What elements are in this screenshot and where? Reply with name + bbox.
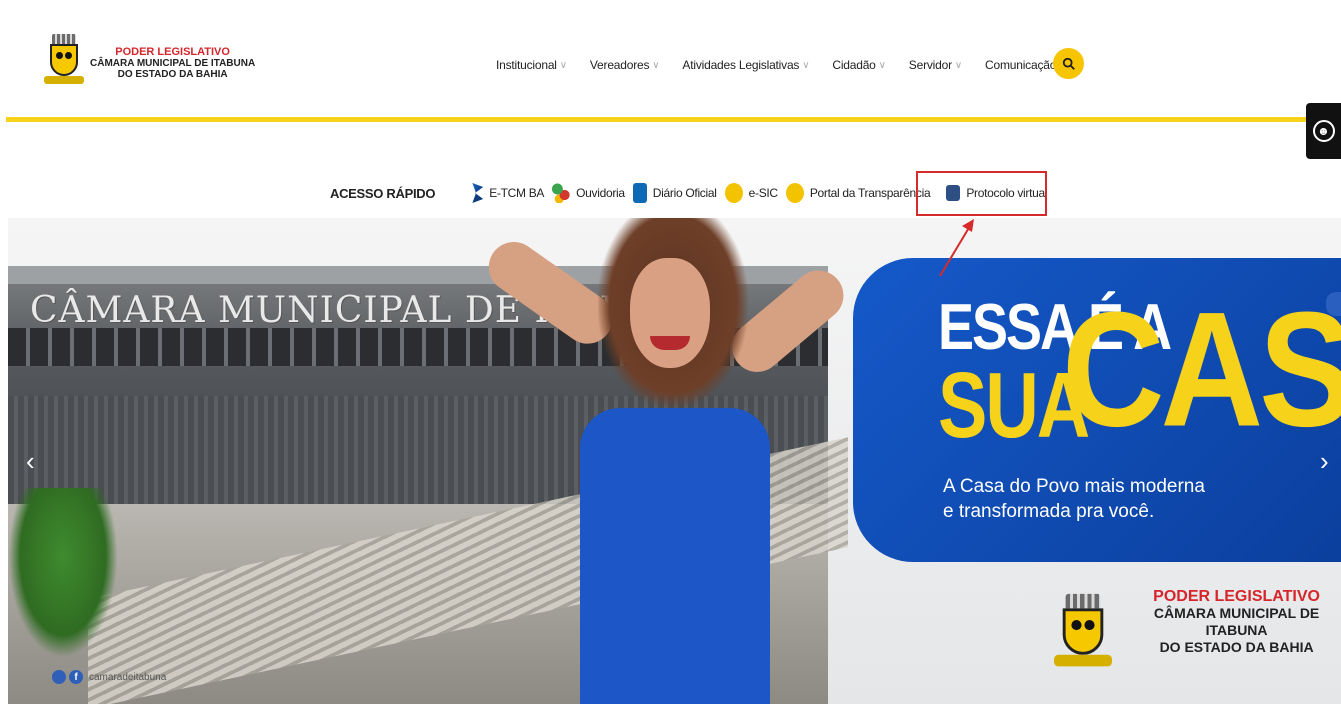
site-logo[interactable]: PODER LEGISLATIVO CÂMARA MUNICIPAL DE IT…: [44, 32, 255, 94]
highlight-box: [916, 171, 1047, 216]
nav-item-servidor[interactable]: Servidor ∨: [909, 58, 962, 72]
hero-banner[interactable]: CÂMARA MUNICIPAL DE ITABUNA ESSA É A SUA…: [8, 218, 1341, 704]
quick-link-portal-transparencia[interactable]: Portal da Transparência: [785, 183, 931, 203]
social-handle: camaradeitabuna: [89, 671, 167, 683]
nav-label: Vereadores: [589, 58, 650, 72]
nav-label: Servidor: [908, 58, 952, 72]
tagline: A Casa do Povo mais moderna e transforma…: [943, 474, 1205, 524]
banner-logo-line-1: PODER LEGISLATIVO: [1153, 588, 1320, 605]
social-links: f camaradeitabuna: [52, 670, 166, 684]
accessibility-button[interactable]: ☻: [1306, 103, 1341, 159]
carousel-prev-button[interactable]: ‹: [26, 446, 35, 477]
nav-item-atividades-legislativas[interactable]: Atividades Legislativas ∨: [682, 58, 809, 72]
search-button[interactable]: [1053, 48, 1084, 79]
slogan-big: CASA!: [1062, 278, 1341, 462]
chevron-down-icon: ∨: [802, 59, 810, 71]
logo-line-2: CÂMARA MUNICIPAL DE ITABUNA: [90, 57, 256, 69]
etcm-icon: [472, 183, 484, 203]
logo-line-1: PODER LEGISLATIVO: [115, 45, 230, 58]
coat-of-arms-icon: [1054, 591, 1112, 681]
facebook-icon[interactable]: f: [69, 670, 83, 684]
tagline-line-1: A Casa do Povo mais moderna: [943, 476, 1205, 497]
carousel-next-button[interactable]: ›: [1320, 446, 1329, 477]
quick-link-label: E-TCM BA: [489, 186, 545, 200]
quick-link-label: Diário Oficial: [652, 186, 717, 200]
quick-link-esic[interactable]: e-SIC: [724, 183, 778, 203]
nav-label: Atividades Legislativas: [682, 58, 800, 72]
info-icon: [724, 183, 743, 203]
site-header: PODER LEGISLATIVO CÂMARA MUNICIPAL DE IT…: [0, 0, 1341, 118]
instagram-icon[interactable]: [52, 670, 66, 684]
nav-item-institucional[interactable]: Institucional ∨: [496, 58, 567, 72]
banner-logo-line-3: DO ESTADO DA BAHIA: [1159, 639, 1314, 655]
nav-item-cidadao[interactable]: Cidadão ∨: [832, 58, 886, 72]
chevron-down-icon: ∨: [878, 59, 886, 71]
main-nav: Institucional ∨ Vereadores ∨ Atividades Le…: [496, 58, 1089, 72]
header-divider: [6, 117, 1341, 122]
nav-label: Cidadão: [832, 58, 876, 72]
quick-link-label: e-SIC: [748, 186, 778, 200]
chevron-down-icon: ∨: [652, 59, 660, 71]
nav-label: Comunicação: [985, 58, 1057, 72]
search-icon: [1062, 57, 1075, 70]
nav-item-vereadores[interactable]: Vereadores ∨: [590, 58, 660, 72]
logo-line-3: DO ESTADO DA BAHIA: [117, 68, 228, 80]
tree-illustration: [8, 488, 118, 658]
chevron-down-icon: ∨: [954, 59, 963, 71]
coat-of-arms-icon: [44, 32, 84, 94]
chevron-down-icon: ∨: [559, 59, 567, 71]
nav-label: Institucional: [496, 58, 557, 72]
quick-link-label: Ouvidoria: [576, 186, 625, 200]
ouvidoria-icon: [552, 183, 571, 203]
quick-link-label: Portal da Transparência: [809, 186, 931, 200]
diario-icon: [632, 183, 647, 203]
quick-link-diario-oficial[interactable]: Diário Oficial: [632, 183, 717, 203]
page: PODER LEGISLATIVO CÂMARA MUNICIPAL DE IT…: [0, 0, 1341, 711]
banner-logo-line-2: CÂMARA MUNICIPAL DE ITABUNA: [1153, 605, 1320, 638]
quick-access-title: ACESSO RÁPIDO: [330, 185, 436, 201]
accessibility-icon: ☻: [1312, 120, 1335, 142]
person-photo: [468, 218, 858, 704]
magnifier-icon: [785, 183, 804, 203]
tagline-line-2: e transformada pra você.: [943, 501, 1155, 522]
banner-logo: PODER LEGISLATIVO CÂMARA MUNICIPAL DE IT…: [1054, 588, 1341, 667]
quick-link-etcm[interactable]: E-TCM BA: [465, 183, 544, 203]
quick-link-ouvidoria[interactable]: Ouvidoria: [552, 183, 625, 203]
